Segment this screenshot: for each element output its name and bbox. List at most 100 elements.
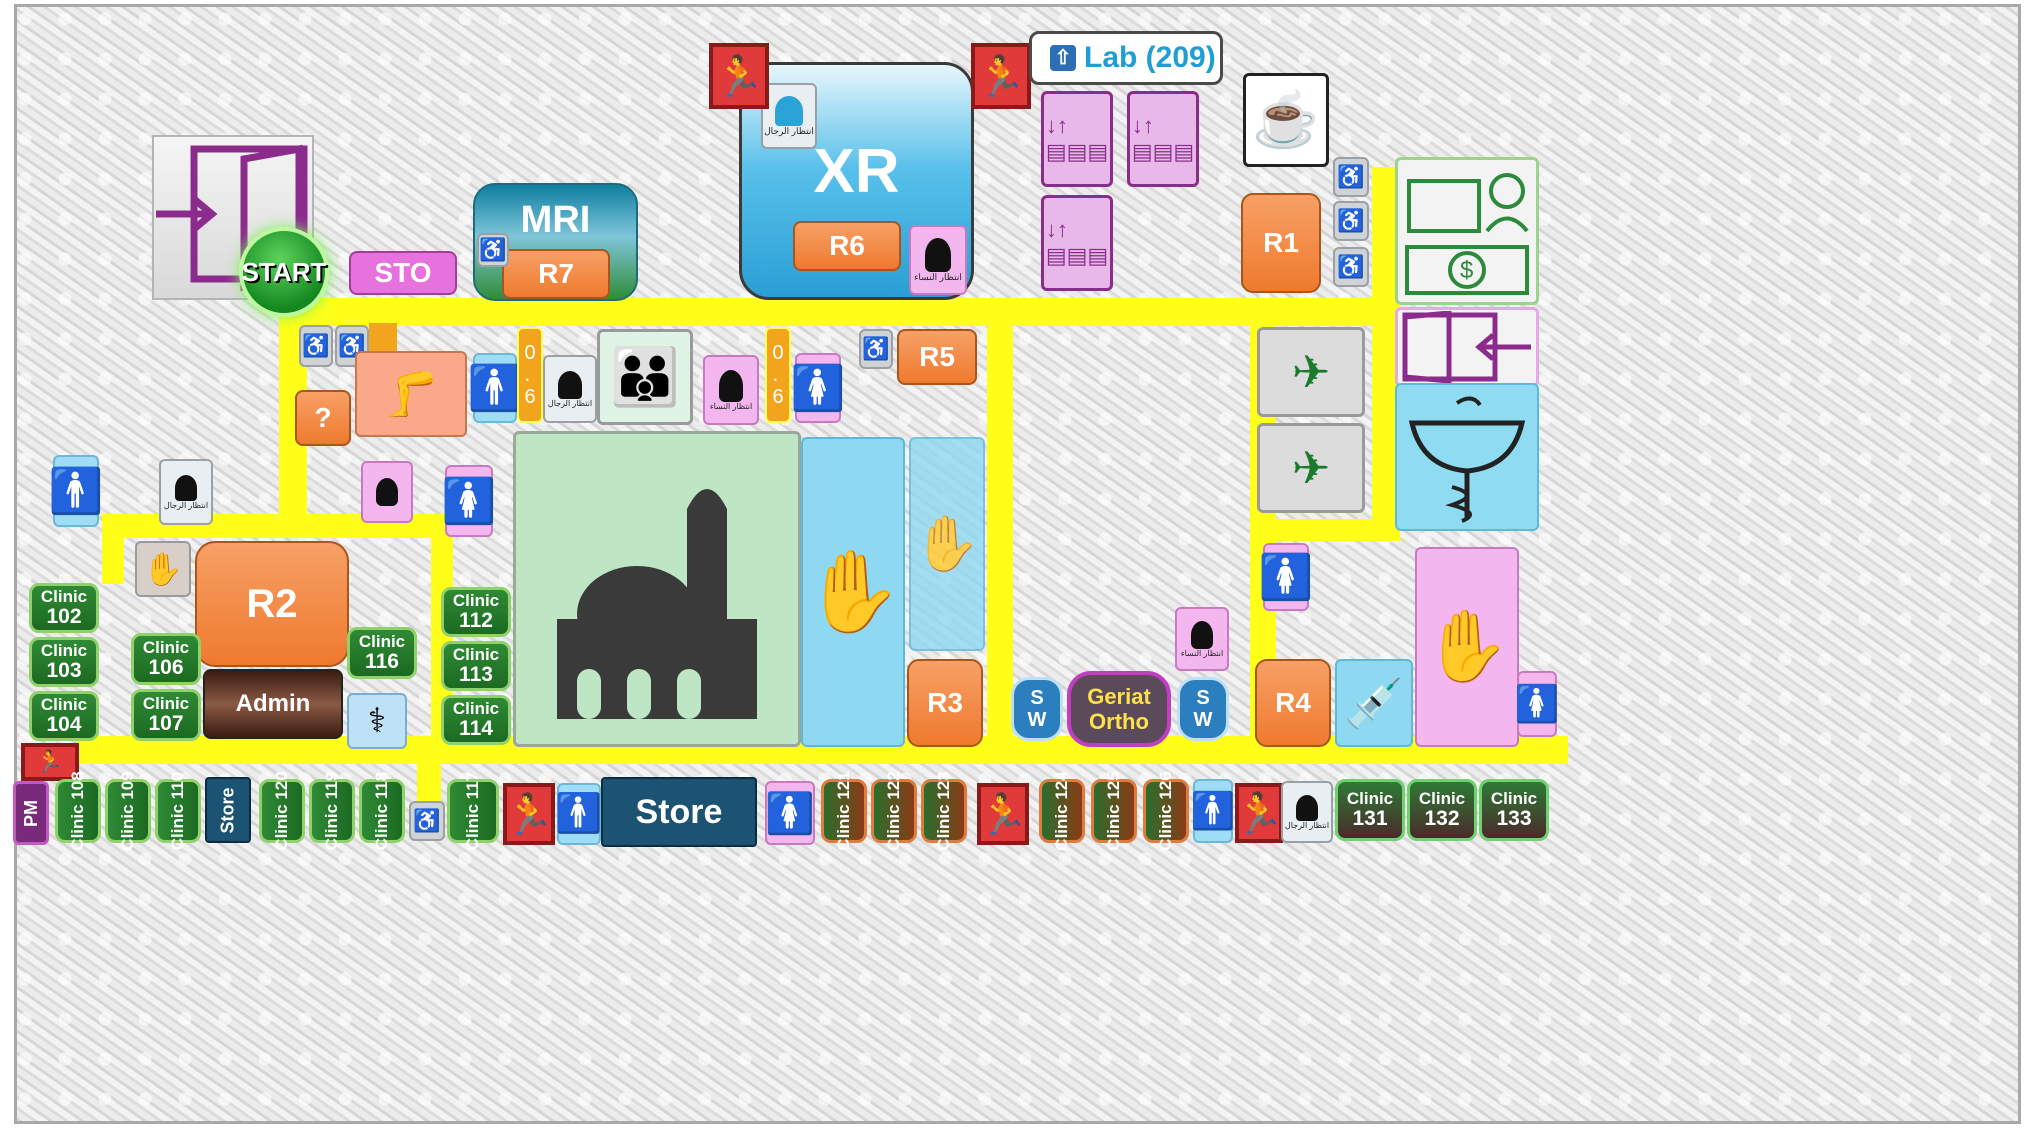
clinic-114[interactable]: Clinic 114	[441, 695, 511, 745]
clinic-120[interactable]: Clinic 120	[259, 771, 305, 851]
r1-label: R1	[1263, 227, 1299, 258]
clinic-124[interactable]: Clinic 124	[1039, 771, 1085, 851]
palm-print-icon: ✋	[135, 541, 191, 597]
clinic-103[interactable]: Clinic 103	[29, 637, 99, 687]
coffee-icon: ☕	[1243, 73, 1329, 167]
female-waiting-area-sign: انتظار النساء	[703, 355, 759, 425]
room-sto[interactable]: STO	[349, 251, 457, 295]
sw-left-s: S	[1030, 687, 1044, 709]
clinic-107[interactable]: Clinic 107	[131, 689, 201, 741]
male-toilet-icon: 🚹	[555, 783, 603, 845]
r6-label: R6	[829, 230, 865, 261]
clinic-110[interactable]: Clinic 110	[155, 772, 201, 850]
room-r5[interactable]: R5	[897, 329, 977, 385]
male-waiting-area-sign: انتظار الرجال	[159, 459, 213, 525]
male-waiting-ar: انتظار الرجال	[764, 125, 814, 136]
clinic-116[interactable]: Clinic 116	[347, 627, 417, 679]
sw-right-w: W	[1193, 709, 1213, 731]
clinic-123[interactable]: Clinic 123	[921, 771, 967, 851]
female-toilet-icon: 🚺	[442, 465, 496, 537]
store-large[interactable]: Store	[601, 777, 757, 847]
injection-icon: 💉	[1335, 659, 1413, 747]
male-waiting-icon	[175, 474, 197, 501]
social-worker-left[interactable]: S W	[1011, 677, 1063, 741]
prosthetic-leg-icon: 🦵	[355, 351, 467, 437]
clinic-125[interactable]: Clinic 125	[1091, 771, 1137, 851]
sw-left-w: W	[1027, 709, 1047, 731]
wheelchair-waiting-icon: ♿	[299, 325, 333, 367]
room-r6[interactable]: R6	[793, 221, 901, 271]
cashier-icon: $	[1395, 157, 1539, 305]
lab-button[interactable]: ⇧ Lab (209)	[1029, 31, 1223, 85]
sw-right-s: S	[1196, 687, 1210, 709]
room-r4[interactable]: R4	[1255, 659, 1331, 747]
arm-cast-icon: ✋	[1415, 547, 1519, 747]
store-small[interactable]: Store	[205, 777, 251, 843]
arm-cast-icon: ✋	[801, 437, 905, 747]
corridor-top	[355, 298, 1393, 326]
start-label: START	[241, 256, 327, 287]
room-r3[interactable]: R3	[907, 659, 983, 747]
svg-text:$: $	[1460, 257, 1473, 284]
corridor-orange-square	[369, 323, 397, 353]
social-worker-right[interactable]: S W	[1177, 677, 1229, 741]
r5-label: R5	[919, 341, 955, 372]
room-pm[interactable]: PM	[13, 781, 49, 845]
clinic-102[interactable]: Clinic 102	[29, 583, 99, 633]
male-waiting-icon	[558, 370, 582, 399]
clinic-121[interactable]: Clinic 121	[821, 771, 867, 851]
clinic-119[interactable]: Clinic 119	[309, 772, 355, 850]
room-r1[interactable]: R1	[1241, 193, 1321, 293]
distance-marker-right: 0 . 6	[765, 327, 791, 423]
exit-sign-bottom-1: 🏃	[503, 783, 555, 845]
wheelchair-waiting-icon: ♿	[1333, 157, 1369, 197]
male-toilet-icon: 🚹	[468, 353, 522, 423]
room-r2[interactable]: R2	[195, 541, 349, 667]
male-waiting-area-sign: انتظار الرجال	[1281, 781, 1333, 843]
male-waiting-ar: انتظار الرجال	[1284, 820, 1330, 830]
male-waiting-icon	[775, 95, 803, 126]
elevator-icon: ↓↑ ▤▤▤	[1041, 91, 1113, 187]
room-r7[interactable]: R7	[502, 249, 610, 299]
room-admin[interactable]: Admin	[203, 669, 343, 739]
female-waiting-area-sign: انتظار النساء	[1175, 607, 1229, 671]
wheelchair-waiting-icon: ♿	[409, 801, 445, 841]
clinic-106[interactable]: Clinic 106	[131, 633, 201, 685]
clinic-108[interactable]: Clinic 108	[55, 771, 101, 851]
geriat-label: Geriat	[1087, 683, 1151, 709]
clinic-131[interactable]: Clinic 131	[1335, 779, 1405, 841]
clinic-118[interactable]: Clinic 118	[359, 772, 405, 850]
clinic-126[interactable]: Clinic 126	[1143, 771, 1189, 851]
corridor-right-box-bottom	[1250, 519, 1400, 541]
female-waiting-ar: انتظار النساء	[1180, 648, 1224, 658]
admin-label: Admin	[235, 690, 311, 717]
xr-label: XR	[813, 136, 900, 206]
start-button[interactable]: START	[239, 227, 329, 317]
wheelchair-waiting-icon: ♿	[859, 329, 893, 369]
prayer-hands-icon: 👪	[597, 329, 693, 425]
clinic-122[interactable]: Clinic 122	[871, 771, 917, 851]
female-toilet-icon: 🚺	[1259, 543, 1313, 611]
female-toilet-icon: 🚺	[791, 353, 845, 423]
r3-label: R3	[927, 687, 963, 718]
elevator-icon: ↓↑ ▤▤▤	[1041, 195, 1113, 291]
arm-cast-icon: ✋	[909, 437, 985, 651]
clinic-113[interactable]: Clinic 113	[441, 641, 511, 691]
store-small-label: Store	[217, 786, 238, 834]
r4-label: R4	[1275, 687, 1311, 718]
clinic-112[interactable]: Clinic 112	[441, 587, 511, 637]
corridor-left-box-left	[102, 514, 124, 584]
clinic-109[interactable]: Clinic 109	[105, 771, 151, 851]
physiotherapy-icon: ✈	[1257, 423, 1365, 513]
info-question-button[interactable]: ?	[295, 390, 351, 446]
r7-label: R7	[538, 258, 574, 289]
male-waiting-icon	[1296, 794, 1318, 821]
arrow-up-icon: ⇧	[1050, 45, 1076, 71]
clinic-132[interactable]: Clinic 132	[1407, 779, 1477, 841]
clinic-104[interactable]: Clinic 104	[29, 691, 99, 741]
male-waiting-ar: انتظار الرجال	[547, 398, 593, 408]
clinic-117[interactable]: Clinic 117	[447, 772, 499, 850]
male-waiting-area-sign: انتظار الرجال	[761, 83, 817, 149]
room-geriat-ortho[interactable]: Geriat Ortho	[1067, 671, 1171, 747]
clinic-133[interactable]: Clinic 133	[1479, 779, 1549, 841]
